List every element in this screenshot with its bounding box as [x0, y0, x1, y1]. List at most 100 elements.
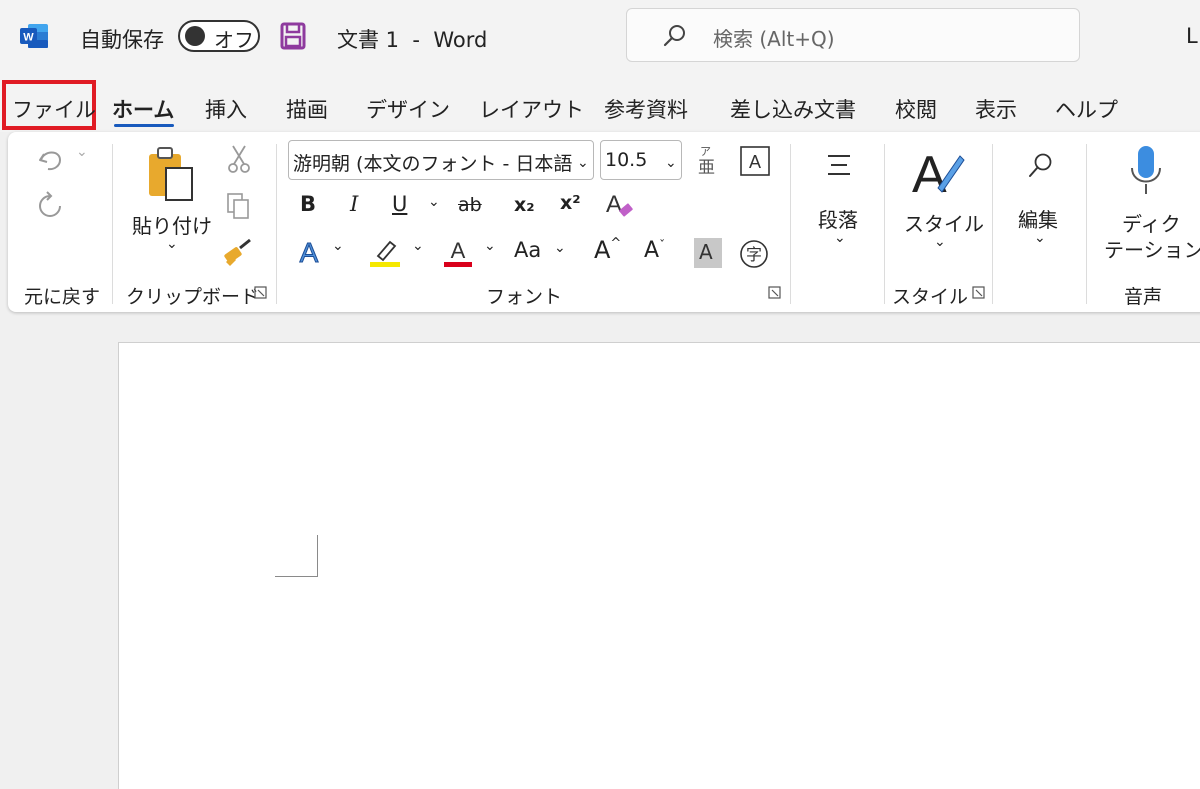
grow-font-icon[interactable]: A^: [594, 236, 621, 264]
tab-draw[interactable]: 描画: [286, 94, 328, 124]
underline-button[interactable]: U: [392, 192, 407, 216]
highlight-color-icon[interactable]: [368, 236, 402, 268]
paragraph-icon[interactable]: [824, 152, 854, 178]
selected-tab-indicator: [114, 124, 174, 127]
tab-help[interactable]: ヘルプ: [1055, 94, 1118, 124]
underline-dropdown-chevron-icon[interactable]: ⌄: [428, 194, 440, 210]
group-label-undo: 元に戻す: [24, 286, 101, 308]
svg-text:A: A: [606, 191, 622, 218]
change-case-button[interactable]: Aa: [514, 238, 541, 262]
highlight-dropdown-chevron-icon[interactable]: ⌄: [412, 238, 424, 254]
group-separator: [1086, 144, 1087, 304]
svg-text:ア: ア: [700, 145, 711, 158]
shrink-font-icon[interactable]: Aˇ: [644, 238, 665, 263]
svg-text:亜: 亜: [698, 158, 715, 176]
group-label-font: フォント: [486, 286, 563, 308]
subscript-button[interactable]: x₂: [514, 194, 535, 216]
undo-icon[interactable]: [36, 144, 66, 174]
text-effects-dropdown-chevron-icon[interactable]: ⌄: [332, 238, 344, 254]
tab-view[interactable]: 表示: [975, 94, 1017, 124]
dictate-label-line1[interactable]: ディク: [1122, 208, 1181, 237]
phonetic-guide-icon[interactable]: ア 亜: [696, 144, 720, 176]
font-name-value: 游明朝 (本文のフォント - 日本語: [293, 153, 573, 175]
autosave-label: 自動保存: [80, 28, 164, 52]
group-label-styles: スタイル: [892, 286, 969, 308]
character-border-icon[interactable]: A: [740, 146, 770, 176]
group-separator: [112, 144, 113, 304]
tab-file[interactable]: ファイル: [12, 94, 96, 124]
text-effects-icon[interactable]: A: [294, 236, 324, 269]
clear-formatting-icon[interactable]: A: [604, 188, 636, 222]
redo-icon[interactable]: [34, 190, 66, 222]
dictate-label-line2[interactable]: テーション: [1104, 234, 1200, 263]
tab-design[interactable]: デザイン: [366, 94, 450, 124]
editing-dropdown-chevron-icon[interactable]: ⌄: [1034, 230, 1046, 246]
autosave-toggle-state: オフ: [214, 28, 254, 52]
word-logo-icon[interactable]: W: [20, 24, 48, 48]
ribbon-tabs: ファイル ホーム 挿入 描画 デザイン レイアウト 参考資料 差し込み文書 校閲…: [0, 80, 1200, 132]
paste-dropdown-chevron-icon[interactable]: ⌄: [166, 236, 178, 252]
character-shading-icon[interactable]: A: [694, 238, 722, 268]
autosave-toggle[interactable]: オフ: [178, 20, 260, 52]
font-size-dropdown[interactable]: 10.5 ⌄: [600, 140, 682, 180]
tab-review[interactable]: 校閲: [895, 94, 937, 124]
paragraph-dropdown-chevron-icon[interactable]: ⌄: [834, 230, 846, 246]
svg-text:字: 字: [746, 245, 762, 264]
copy-icon[interactable]: [226, 192, 252, 220]
paste-icon[interactable]: [146, 146, 196, 202]
paste-label[interactable]: 貼り付け: [132, 210, 212, 239]
cut-icon[interactable]: [228, 144, 250, 174]
styles-dropdown-chevron-icon[interactable]: ⌄: [934, 234, 946, 250]
enclose-characters-icon[interactable]: 字: [738, 238, 770, 270]
styles-icon[interactable]: A: [908, 144, 966, 198]
change-case-dropdown-chevron-icon[interactable]: ⌄: [554, 240, 566, 256]
tab-references[interactable]: 参考資料: [604, 94, 688, 124]
tab-insert[interactable]: 挿入: [205, 94, 247, 124]
font-name-dropdown[interactable]: 游明朝 (本文のフォント - 日本語 ⌄: [288, 140, 594, 180]
microphone-icon[interactable]: [1128, 144, 1164, 198]
font-size-value: 10.5: [605, 149, 648, 171]
group-separator: [276, 144, 277, 304]
styles-dialog-launcher-icon[interactable]: [972, 286, 985, 299]
font-dialog-launcher-icon[interactable]: [768, 286, 781, 299]
search-placeholder: 検索 (Alt+Q): [713, 27, 835, 51]
toggle-knob: [185, 26, 205, 46]
svg-text:A: A: [300, 237, 319, 268]
title-bar: W 自動保存 オフ 文書 1 - Word 検索 (Alt+Q) L: [0, 0, 1200, 80]
document-title: 文書 1 - Word: [337, 28, 488, 52]
group-separator: [790, 144, 791, 304]
format-painter-icon[interactable]: [222, 236, 256, 268]
tab-home[interactable]: ホーム: [112, 94, 174, 124]
group-label-clipboard: クリップボード: [126, 286, 260, 308]
svg-text:W: W: [23, 32, 34, 44]
strikethrough-button[interactable]: ab: [458, 194, 482, 216]
paragraph-button-label[interactable]: 段落: [818, 204, 858, 233]
margin-corner-mark: [275, 535, 318, 577]
search-box[interactable]: 検索 (Alt+Q): [626, 8, 1080, 62]
italic-button[interactable]: I: [350, 192, 358, 216]
character-shading-letter-icon: A: [699, 240, 713, 264]
ribbon: ⌄ 元に戻す 貼り付け ⌄ クリップボード 游明朝 (本文のフォント - 日本語…: [8, 132, 1200, 312]
superscript-button[interactable]: x²: [560, 192, 581, 214]
chevron-down-icon: ⌄: [665, 155, 677, 171]
document-page[interactable]: [118, 342, 1200, 789]
font-color-icon[interactable]: A: [442, 236, 474, 268]
editing-button-label[interactable]: 編集: [1018, 204, 1058, 233]
svg-text:A: A: [749, 152, 761, 172]
user-initial[interactable]: L: [1186, 24, 1198, 48]
styles-button-label[interactable]: スタイル: [904, 208, 984, 237]
clipboard-dialog-launcher-icon[interactable]: [254, 286, 267, 299]
tab-mailings[interactable]: 差し込み文書: [730, 94, 856, 124]
svg-text:A: A: [451, 238, 466, 263]
font-color-dropdown-chevron-icon[interactable]: ⌄: [484, 238, 496, 254]
search-icon: [663, 25, 685, 47]
editing-search-icon[interactable]: [1028, 152, 1054, 180]
bold-button[interactable]: B: [300, 192, 316, 216]
chevron-down-icon: ⌄: [577, 155, 589, 171]
group-separator: [992, 144, 993, 304]
group-separator: [884, 144, 885, 304]
save-icon[interactable]: [280, 22, 306, 50]
group-label-voice: 音声: [1124, 286, 1163, 308]
tab-layout[interactable]: レイアウト: [479, 94, 584, 124]
undo-dropdown-chevron-icon[interactable]: ⌄: [76, 144, 88, 160]
